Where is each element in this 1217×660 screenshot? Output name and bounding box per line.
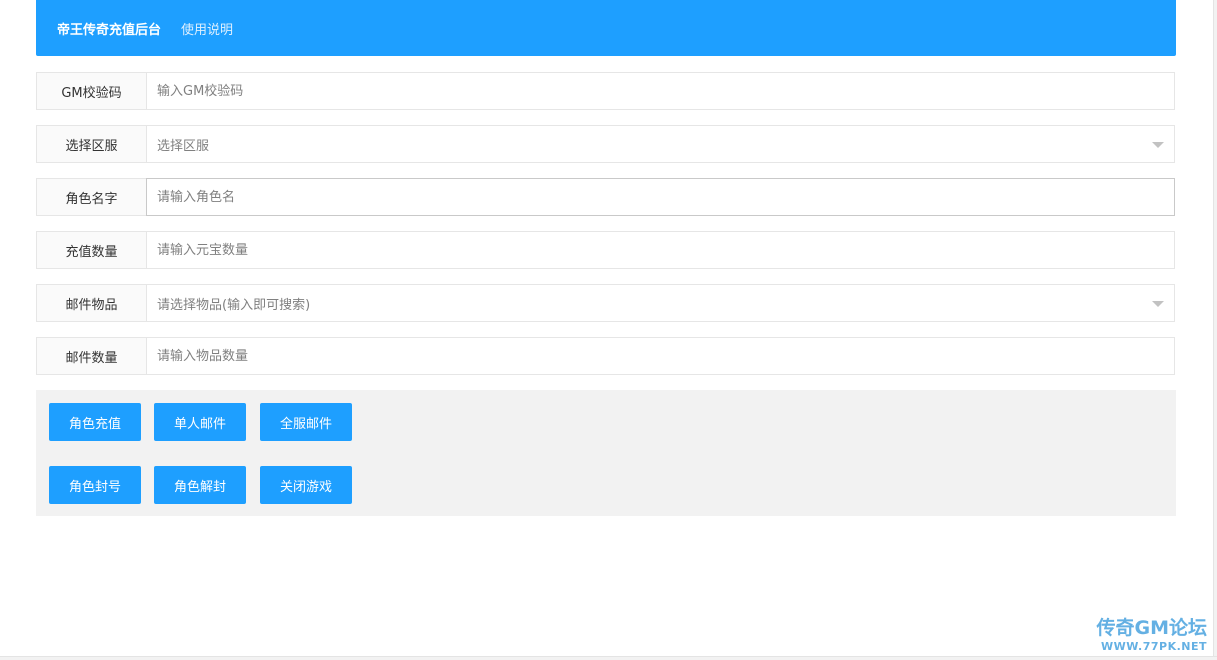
mail-item-select[interactable]: 请选择物品(输入即可搜索) bbox=[146, 284, 1175, 322]
role-name-input[interactable] bbox=[146, 178, 1175, 216]
all-server-mail-button[interactable]: 全服邮件 bbox=[260, 403, 352, 441]
mail-item-select-value: 请选择物品(输入即可搜索) bbox=[157, 297, 311, 313]
page: 帝王传奇充值后台 使用说明 GM校验码 选择区服 选择区服 角色名字 充值数量 … bbox=[0, 0, 1217, 660]
watermark-title: 传奇GM论坛 bbox=[1096, 617, 1207, 639]
mail-quantity-input[interactable] bbox=[146, 337, 1175, 375]
gm-code-row: GM校验码 bbox=[36, 72, 1175, 110]
gm-code-label: GM校验码 bbox=[36, 72, 146, 110]
server-select[interactable]: 选择区服 bbox=[146, 125, 1175, 163]
mail-item-label: 邮件物品 bbox=[36, 284, 146, 322]
single-mail-button[interactable]: 单人邮件 bbox=[154, 403, 246, 441]
site-watermark: 传奇GM论坛 WWW.77PK.NET bbox=[1096, 617, 1207, 653]
recharge-amount-row: 充值数量 bbox=[36, 231, 1175, 269]
top-nav-bar: 帝王传奇充值后台 使用说明 bbox=[36, 0, 1176, 56]
ban-role-button[interactable]: 角色封号 bbox=[49, 466, 141, 504]
role-recharge-button[interactable]: 角色充值 bbox=[49, 403, 141, 441]
mail-item-row: 邮件物品 请选择物品(输入即可搜索) bbox=[36, 284, 1175, 322]
window-edge-right bbox=[1213, 0, 1217, 660]
action-button-panel: 角色充值 单人邮件 全服邮件 角色封号 角色解封 关闭游戏 bbox=[36, 390, 1176, 516]
window-edge-bottom bbox=[0, 656, 1217, 660]
close-game-button[interactable]: 关闭游戏 bbox=[260, 466, 352, 504]
unban-role-button[interactable]: 角色解封 bbox=[154, 466, 246, 504]
usage-guide-link[interactable]: 使用说明 bbox=[181, 19, 233, 38]
mail-quantity-row: 邮件数量 bbox=[36, 337, 1175, 375]
chevron-down-icon bbox=[1152, 301, 1164, 307]
server-label: 选择区服 bbox=[36, 125, 146, 163]
mail-quantity-label: 邮件数量 bbox=[36, 337, 146, 375]
server-select-value: 选择区服 bbox=[157, 138, 210, 154]
app-title: 帝王传奇充值后台 bbox=[57, 22, 162, 38]
server-row: 选择区服 选择区服 bbox=[36, 125, 1175, 163]
recharge-amount-label: 充值数量 bbox=[36, 231, 146, 269]
role-name-label: 角色名字 bbox=[36, 178, 146, 216]
role-name-row: 角色名字 bbox=[36, 178, 1175, 216]
watermark-url: WWW.77PK.NET bbox=[1101, 640, 1207, 653]
recharge-amount-input[interactable] bbox=[146, 231, 1175, 269]
gm-code-input[interactable] bbox=[146, 72, 1175, 110]
chevron-down-icon bbox=[1152, 142, 1164, 148]
